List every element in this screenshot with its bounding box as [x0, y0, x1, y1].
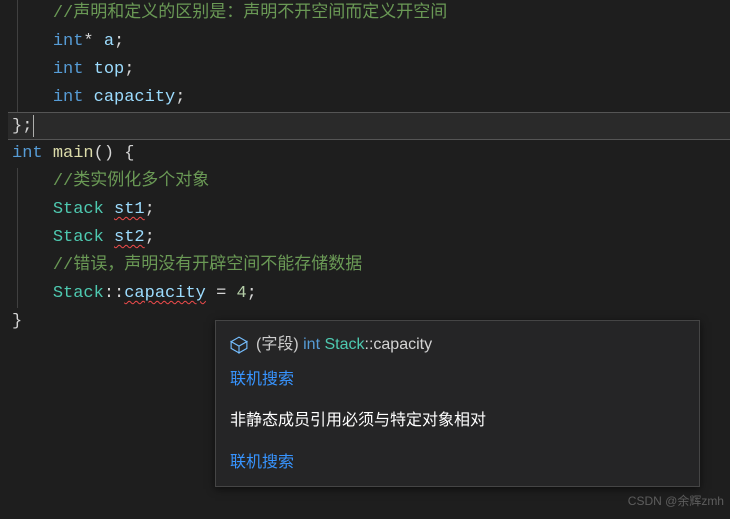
- field-icon: [230, 336, 248, 354]
- code-line: //声明和定义的区别是：声明不开空间而定义开空间: [8, 0, 730, 28]
- code-line: int capacity;: [8, 84, 730, 112]
- keyword-int: int: [12, 144, 43, 163]
- code-editor[interactable]: //声明和定义的区别是：声明不开空间而定义开空间 int* a; int top…: [0, 0, 730, 336]
- comment: //声明和定义的区别是：声明不开空间而定义开空间: [53, 4, 447, 23]
- keyword-int: int: [53, 32, 84, 51]
- type-name: Stack: [53, 200, 104, 219]
- tooltip-search-link[interactable]: 联机搜索: [216, 443, 699, 482]
- member-error: capacity: [124, 284, 206, 303]
- code-line: Stack st2;: [8, 224, 730, 252]
- code-line: //类实例化多个对象: [8, 168, 730, 196]
- code-line: //错误，声明没有开辟空间不能存储数据: [8, 252, 730, 280]
- code-line: int* a;: [8, 28, 730, 56]
- tooltip-member-name: capacity: [373, 336, 432, 353]
- current-line: };: [8, 112, 730, 140]
- text-cursor: [33, 115, 34, 137]
- function-name: main: [53, 144, 94, 163]
- tooltip-class-name: Stack: [324, 336, 364, 353]
- keyword-int: int: [53, 88, 84, 107]
- tooltip-type-keyword: int: [303, 336, 320, 353]
- code-line: int top;: [8, 56, 730, 84]
- variable: a: [104, 32, 114, 51]
- number-literal: 4: [236, 284, 246, 303]
- variable-error: st1: [114, 200, 145, 219]
- code-line: int main() {: [8, 140, 730, 168]
- comment: //类实例化多个对象: [53, 172, 209, 191]
- type-name: Stack: [53, 284, 104, 303]
- code-line: Stack st1;: [8, 196, 730, 224]
- keyword-int: int: [53, 60, 84, 79]
- tooltip-signature: (字段) int Stack::capacity: [216, 325, 699, 360]
- variable: capacity: [94, 88, 176, 107]
- code-line: Stack::capacity = 4;: [8, 280, 730, 308]
- tooltip-search-link[interactable]: 联机搜索: [216, 360, 699, 399]
- variable: top: [94, 60, 125, 79]
- tooltip-error-message: 非静态成员引用必须与特定对象相对: [216, 399, 699, 442]
- variable-error: st2: [114, 228, 145, 247]
- hover-tooltip: (字段) int Stack::capacity 联机搜索 非静态成员引用必须与…: [215, 320, 700, 487]
- comment: //错误，声明没有开辟空间不能存储数据: [53, 256, 362, 275]
- watermark: CSDN @余辉zmh: [628, 487, 724, 515]
- type-name: Stack: [53, 228, 104, 247]
- tooltip-kind-label: (字段): [256, 336, 299, 353]
